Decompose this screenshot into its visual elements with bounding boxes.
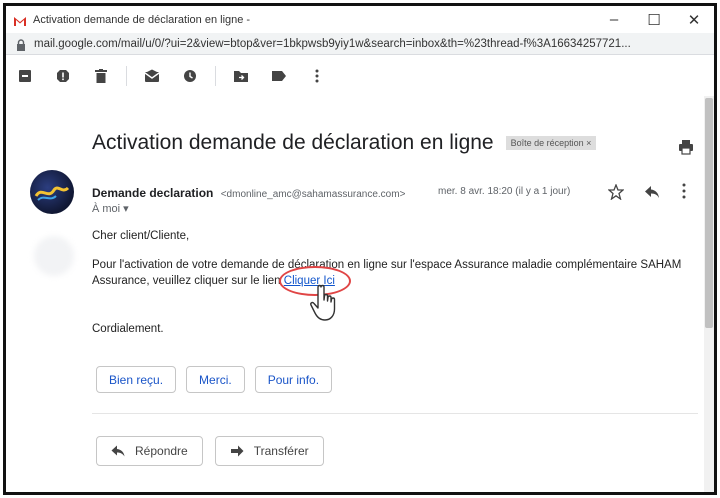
email-subject: Activation demande de déclaration en lig… [92, 131, 494, 154]
saham-logo-icon [34, 186, 70, 201]
close-button[interactable]: ✕ [674, 6, 714, 33]
star-icon[interactable] [607, 183, 625, 201]
greeting-text: Cher client/Cliente, [92, 230, 190, 242]
vertical-scrollbar[interactable] [704, 96, 714, 492]
forward-button[interactable]: Transférer [214, 436, 324, 466]
reply-icon[interactable] [644, 185, 660, 199]
toolbar-divider [215, 66, 216, 86]
title-bar: Activation demande de déclaration en lig… [6, 6, 714, 33]
snooze-icon[interactable] [171, 56, 209, 96]
divider [92, 413, 698, 414]
toolbar-divider [126, 66, 127, 86]
message-body: Pour l'activation de votre demande de dé… [92, 257, 704, 289]
window-controls: – ☐ ✕ [594, 6, 714, 33]
mark-unread-icon[interactable] [133, 56, 171, 96]
inbox-label-chip[interactable]: Boîte de réception × [505, 136, 597, 150]
reply-arrow-icon [111, 445, 125, 457]
sender-avatar[interactable] [30, 170, 74, 214]
scrollbar-thumb[interactable] [705, 98, 713, 328]
report-spam-icon[interactable] [44, 56, 82, 96]
delete-icon[interactable] [82, 56, 120, 96]
hand-cursor-icon [309, 284, 349, 326]
window-title: Activation demande de déclaration en lig… [33, 13, 251, 26]
sender-email: <dmonline_amc@sahamassurance.com> [220, 189, 406, 200]
smart-replies: Bien reçu. Merci. Pour info. [96, 366, 333, 393]
maximize-button[interactable]: ☐ [634, 6, 674, 33]
minimize-button[interactable]: – [594, 6, 634, 33]
url-text[interactable]: mail.google.com/mail/u/0/?ui=2&view=btop… [34, 38, 704, 50]
forward-label: Transférer [253, 444, 309, 458]
subject-row: Activation demande de déclaration en lig… [92, 131, 597, 155]
avatar-placeholder [34, 236, 74, 276]
more-options-icon[interactable] [682, 183, 686, 199]
smart-reply-button[interactable]: Pour info. [254, 366, 333, 393]
address-bar[interactable]: mail.google.com/mail/u/0/?ui=2&view=btop… [6, 33, 714, 55]
reply-label: Répondre [135, 444, 188, 458]
browser-window: Activation demande de déclaration en lig… [3, 3, 717, 495]
reply-actions: Répondre Transférer [96, 436, 324, 466]
move-to-icon[interactable] [222, 56, 260, 96]
more-vertical-icon[interactable] [298, 56, 336, 96]
lock-icon [16, 38, 26, 51]
body-paragraph: Pour l'activation de votre demande de dé… [92, 259, 682, 287]
reply-button[interactable]: Répondre [96, 436, 203, 466]
recipient-dropdown[interactable]: À moi ▾ [92, 202, 129, 215]
print-icon[interactable] [678, 139, 694, 155]
mail-toolbar [6, 56, 714, 96]
message-date: mer. 8 avr. 18:20 (il y a 1 jour) [438, 186, 571, 197]
smart-reply-button[interactable]: Merci. [186, 366, 245, 393]
archive-icon[interactable] [6, 56, 44, 96]
label-icon[interactable] [260, 56, 298, 96]
forward-arrow-icon [230, 445, 244, 457]
smart-reply-button[interactable]: Bien reçu. [96, 366, 177, 393]
sender-name[interactable]: Demande declaration [92, 186, 213, 200]
gmail-logo-icon [13, 14, 27, 26]
sender-row: Demande declaration <dmonline_amc@sahama… [92, 186, 405, 200]
signoff-text: Cordialement. [92, 323, 164, 335]
